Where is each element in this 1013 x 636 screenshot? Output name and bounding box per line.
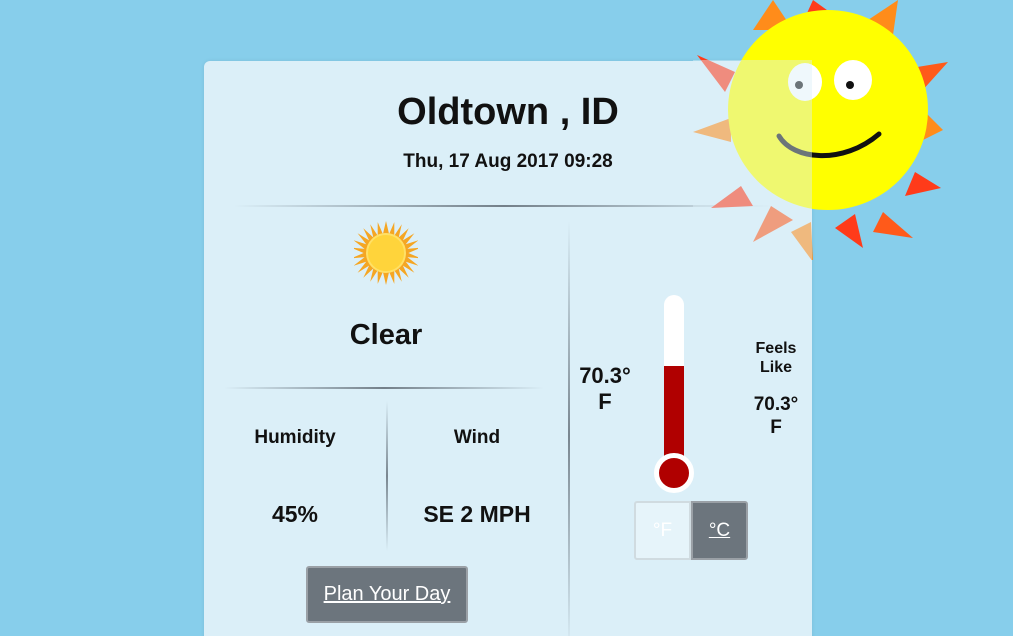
feels-like-value: 70.3° xyxy=(753,394,799,415)
unit-toggle: °F °C xyxy=(634,501,748,560)
condition-text: Clear xyxy=(349,319,423,351)
temperature-value: 70.3° xyxy=(579,363,631,388)
divider-vertical-stats xyxy=(386,401,388,551)
plan-your-day-button[interactable]: Plan Your Day xyxy=(306,566,468,623)
wind-value: SE 2 MPH xyxy=(423,501,531,527)
humidity-label: Humidity xyxy=(254,427,336,448)
temperature-unit: F xyxy=(598,389,612,414)
card-overlap-tint xyxy=(693,60,812,260)
sun-icon xyxy=(354,221,418,285)
celsius-button[interactable]: °C xyxy=(691,501,748,560)
wind-label: Wind xyxy=(453,427,501,448)
sun-right-eye xyxy=(834,60,872,100)
temperature-readout: 70.3° F xyxy=(574,363,636,415)
thermometer-bulb xyxy=(654,453,694,493)
humidity-value: 45% xyxy=(271,501,319,527)
divider-middle xyxy=(224,387,544,389)
sun-mascot-icon xyxy=(693,0,948,260)
feels-like-unit: F xyxy=(770,417,782,438)
thermometer xyxy=(654,295,694,495)
feels-like-readout: 70.3° F xyxy=(746,393,806,439)
thermometer-tube xyxy=(664,295,684,473)
divider-vertical-main xyxy=(568,221,570,636)
feels-like-label: Feels Like xyxy=(755,340,797,376)
fahrenheit-button[interactable]: °F xyxy=(634,501,691,560)
